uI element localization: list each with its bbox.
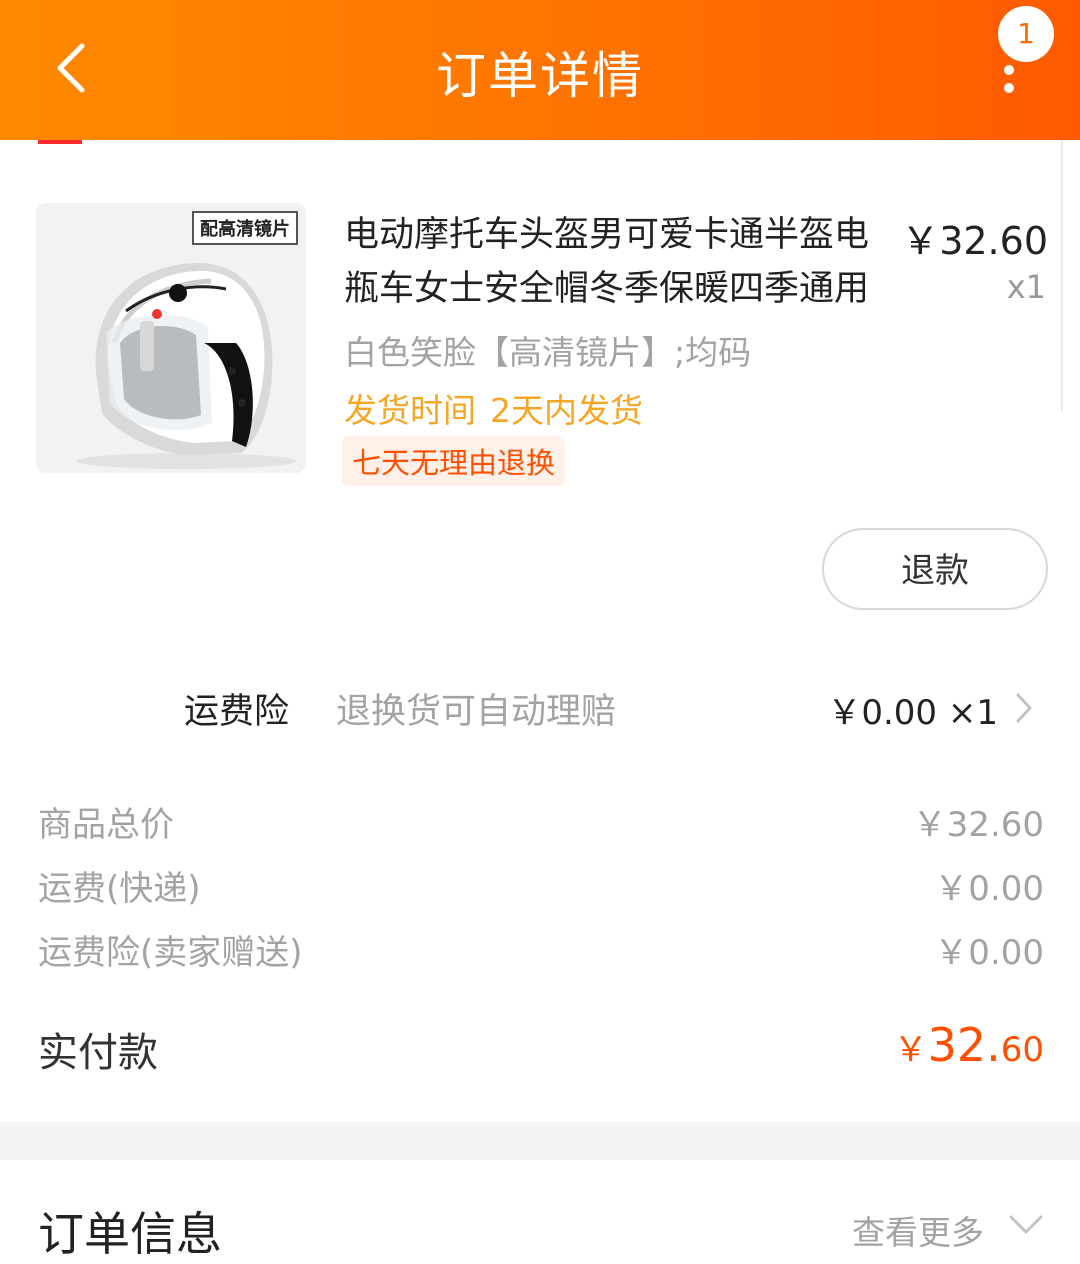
ship-time-label: 发货时间 (344, 391, 476, 430)
insurance-value: ￥0.00 ×1 (827, 693, 998, 733)
currency-symbol: ￥ (893, 1030, 928, 1070)
shipping-insurance-row[interactable]: 运费险 退换货可自动理赔 ￥0.00 ×1 (0, 675, 1080, 739)
order-info-title: 订单信息 (38, 1207, 222, 1261)
top-bar: 订单详情 1 (0, 0, 1080, 140)
ship-time: 发货时间 2天内发货 (344, 384, 643, 432)
image-tag: 配高清镜片 (192, 211, 298, 245)
cost-label: 商品总价 (38, 805, 174, 845)
view-more-link[interactable]: 查看更多 (852, 1206, 984, 1254)
cost-value: ￥32.60 (912, 805, 1044, 845)
ship-time-value: 2天内发货 (490, 391, 643, 430)
cost-row-insurance: 运费险(卖家赠送) ￥0.00 (38, 925, 1044, 975)
section-divider (0, 1122, 1080, 1160)
product-spec: 白色笑脸【高清镜片】;均码 (344, 333, 752, 372)
cost-row-shipping: 运费(快递) ￥0.00 (38, 861, 1044, 911)
refund-button[interactable]: 退款 (822, 528, 1048, 610)
scroll-indicator (1061, 140, 1063, 412)
cost-label: 运费(快递) (38, 869, 201, 909)
chevron-down-icon[interactable] (1006, 1212, 1046, 1238)
cost-row-goods: 商品总价 ￥32.60 (38, 797, 1044, 847)
page-title: 订单详情 (436, 47, 644, 105)
divider-accent (38, 140, 82, 144)
cost-value: ￥0.00 (934, 869, 1044, 909)
insurance-label: 运费险 (184, 692, 290, 732)
paid-decimal: 60 (1000, 1030, 1044, 1070)
chevron-right-icon (1016, 693, 1032, 723)
paid-amount: ￥32.60 (894, 1018, 1044, 1072)
product-price: ￥32.60 (901, 219, 1048, 263)
insurance-description: 退换货可自动理赔 (336, 692, 617, 732)
product-image[interactable]: 配高清镜片 (36, 203, 306, 473)
cost-value: ￥0.00 (934, 933, 1044, 973)
paid-integer: 32. (927, 1018, 1001, 1072)
paid-label: 实付款 (38, 1030, 158, 1076)
product-title[interactable]: 电动摩托车头盔男可爱卡通半盔电瓶车女士安全帽冬季保暖四季通用 (344, 208, 892, 316)
cost-label: 运费险(卖家赠送) (38, 933, 303, 973)
return-policy-tag: 七天无理由退换 (342, 436, 566, 486)
notification-badge[interactable]: 1 (998, 6, 1054, 62)
product-quantity: x1 (1006, 268, 1046, 306)
